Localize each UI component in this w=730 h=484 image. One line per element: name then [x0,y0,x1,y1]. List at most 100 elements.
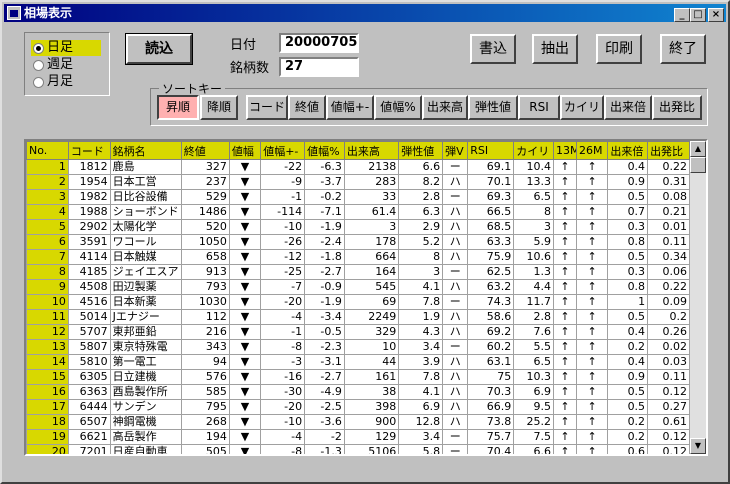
table-row[interactable]: 8 4185 ジェイエスア 913 ▼ -25 -2.7 164 3 ー 62.5 1.3 ↑ ↑ 0.3 0… [26,264,690,280]
column-header[interactable]: 値幅+- [260,141,306,160]
table-cell: 日立建機 [109,369,182,385]
table-row[interactable]: 11 5014 Jエナジー 112 ▼ -4 -3.4 2249 1.9 ハ 58.6 2.8 ↑ ↑ 0.… [26,309,690,325]
sort-key-volume[interactable]: 出来高 [422,95,468,120]
table-cell: 112 [180,309,230,325]
table-cell: 0.21 [647,204,690,220]
column-header[interactable]: No. [26,141,69,160]
scroll-thumb[interactable] [690,157,706,173]
column-header[interactable]: 終値 [180,141,230,160]
table-cell: ↑ [552,399,577,415]
table-cell: 0.4 [607,324,649,340]
scroll-down-icon[interactable]: ▼ [690,438,706,454]
table-cell: ↑ [575,429,609,445]
table-cell: ▼ [228,339,262,355]
column-header[interactable]: コード [67,141,111,160]
table-row[interactable]: 3 1982 日比谷設備 529 ▼ -1 -0.2 33 2.8 ー 69.3 6.5 ↑ ↑ 0.5 0.… [26,189,690,205]
radio-weekly-dot[interactable] [33,60,44,71]
column-header[interactable]: 銘柄名 [109,141,182,160]
table-cell: 1 [607,294,649,310]
extract-button[interactable]: 抽出 [532,34,578,64]
table-cell: 7.8 [398,294,444,310]
radio-weekly[interactable]: 週足 [31,57,73,73]
table-cell: -0.2 [304,189,345,205]
table-row[interactable]: 17 6444 サンデン 795 ▼ -20 -2.5 398 6.9 ハ 66.9 9.5 ↑ ↑ 0.5… [26,399,690,415]
table-cell: 0.12 [647,444,690,454]
sort-desc-button[interactable]: 降順 [200,95,238,120]
table-row[interactable]: 1 1812 鹿島 327 ▼ -22 -6.3 2138 6.6 ー 69.1 10.4 ↑ ↑ 0.4 0… [26,159,690,175]
table-row[interactable]: 10 4516 日本新薬 1030 ▼ -20 -1.9 69 7.8 ー 74.3 11.7 ↑ ↑ 1 0… [26,294,690,310]
table-row[interactable]: 20 7201 日産自動車 505 ▼ -8 -1.3 5106 5.8 ー 70.4 6.6 ↑ ↑ 0.… [26,444,690,454]
table-cell: ハ [442,309,469,325]
stock-grid[interactable]: No.コード銘柄名終値値幅値幅+-値幅%出来高弾性値弾VRSIカイリ13M26M… [24,139,708,456]
column-header[interactable]: 出発比 [647,141,690,160]
table-row[interactable]: 15 6305 日立建機 576 ▼ -16 -2.7 161 7.8 ハ 75 10.3 ↑ ↑ 0.9 0… [26,369,690,385]
column-header[interactable]: カイリ [513,141,554,160]
maximize-icon[interactable]: □ [690,8,706,22]
table-cell: 3 [26,189,69,205]
table-cell: ↑ [575,324,609,340]
table-cell: 1050 [180,234,230,250]
radio-monthly-dot[interactable] [33,77,44,88]
table-row[interactable]: 18 6507 神鋼電機 268 ▼ -10 -3.6 900 12.8 ハ 73.8 25.2 ↑ ↑ 0… [26,414,690,430]
table-row[interactable]: 14 5810 第一電工 94 ▼ -3 -3.1 44 3.9 ハ 63.1 6.5 ↑ ↑ 0.4 0.0… [26,354,690,370]
radio-monthly[interactable]: 月足 [31,74,73,90]
column-header[interactable]: 26M [575,141,609,160]
column-header[interactable]: 弾性値 [398,141,444,160]
print-button[interactable]: 印刷 [596,34,642,64]
table-cell: 0.4 [607,159,649,175]
sort-key-deviation[interactable]: カイリ [560,95,604,120]
table-row[interactable]: 9 4508 田辺製薬 793 ▼ -7 -0.9 545 4.1 ハ 63.2 4.4 ↑ ↑ 0.8 0.… [26,279,690,295]
table-cell: ↑ [575,399,609,415]
column-header[interactable]: 弾V [442,141,469,160]
write-button[interactable]: 書込 [470,34,516,64]
sort-key-elasticity[interactable]: 弾性値 [468,95,518,120]
minimize-icon[interactable]: _ [674,8,690,22]
table-cell: 913 [180,264,230,280]
vertical-scrollbar[interactable]: ▲ ▼ [690,141,706,454]
scroll-up-icon[interactable]: ▲ [690,141,706,157]
table-row[interactable]: 12 5707 東邦亜鉛 216 ▼ -1 -0.5 329 4.3 ハ 69.2 7.6 ↑ ↑ 0.4 0… [26,324,690,340]
column-header[interactable]: 出来高 [343,141,400,160]
sort-key-change-pct[interactable]: 値幅% [374,95,422,120]
sort-key-rsi[interactable]: RSI [518,95,560,120]
radio-daily[interactable]: 日足 [31,40,101,56]
read-button[interactable]: 読込 [125,33,193,65]
table-row[interactable]: 6 3591 ワコール 1050 ▼ -26 -2.4 178 5.2 ハ 63.3 5.9 ↑ ↑ 0.8… [26,234,690,250]
table-cell: 66.9 [467,399,515,415]
table-cell: ▼ [228,159,262,175]
table-row[interactable]: 19 6621 高岳製作 194 ▼ -4 -2 129 3.4 ー 75.7 7.5 ↑ ↑ 0.2 0.1… [26,429,690,445]
table-row[interactable]: 16 6363 酉島製作所 585 ▼ -30 -4.9 38 4.1 ハ 70.3 6.9 ↑ ↑ 0.5… [26,384,690,400]
column-header[interactable]: 値幅 [228,141,262,160]
table-row[interactable]: 4 1988 ショーボンド 1486 ▼ -114 -7.1 61.4 6.3 ハ 66.5 8 ↑ ↑ 0… [26,204,690,220]
table-cell: 鹿島 [109,159,182,175]
table-cell: ↑ [575,189,609,205]
date-field[interactable]: 20000705 [279,33,359,53]
radio-daily-label: 日足 [47,40,74,55]
table-cell: ▼ [228,249,262,265]
table-row[interactable]: 7 4114 日本触媒 658 ▼ -12 -1.8 664 8 ハ 75.9 10.6 ↑ ↑ 0.5 0.… [26,249,690,265]
sort-key-code[interactable]: コード [246,95,288,120]
table-row[interactable]: 5 2902 太陽化学 520 ▼ -10 -1.9 3 2.9 ハ 68.5 3 ↑ ↑ 0.3 0.01 [26,219,690,235]
table-row[interactable]: 13 5807 東京特殊電 343 ▼ -8 -2.3 10 3.4 ー 60.2 5.5 ↑ ↑ 0.2 0… [26,339,690,355]
radio-daily-dot[interactable] [33,43,44,54]
table-cell: 0.27 [647,399,690,415]
sort-asc-button[interactable]: 昇順 [157,95,199,120]
table-cell: 38 [343,384,400,400]
table-cell: ↑ [552,324,577,340]
table-cell: 12.8 [398,414,444,430]
sort-key-close[interactable]: 終値 [288,95,326,120]
table-cell: 第一電工 [109,354,182,370]
exit-button[interactable]: 終了 [660,34,706,64]
sort-key-issue-ratio[interactable]: 出発比 [652,95,702,120]
close-icon[interactable]: × [708,8,724,22]
column-header[interactable]: 13M [552,141,577,160]
table-row[interactable]: 2 1954 日本工営 237 ▼ -9 -3.7 283 8.2 ハ 70.1 13.3 ↑ ↑ 0.9 0… [26,174,690,190]
sort-key-volume-ratio[interactable]: 出来倍 [604,95,652,120]
column-header[interactable]: 値幅% [304,141,345,160]
table-cell: 5.9 [513,234,554,250]
count-field[interactable]: 27 [279,57,359,77]
column-header[interactable]: 出来倍 [607,141,649,160]
sort-key-change[interactable]: 値幅+- [326,95,374,120]
table-cell: 0.09 [647,294,690,310]
column-header[interactable]: RSI [467,141,515,160]
